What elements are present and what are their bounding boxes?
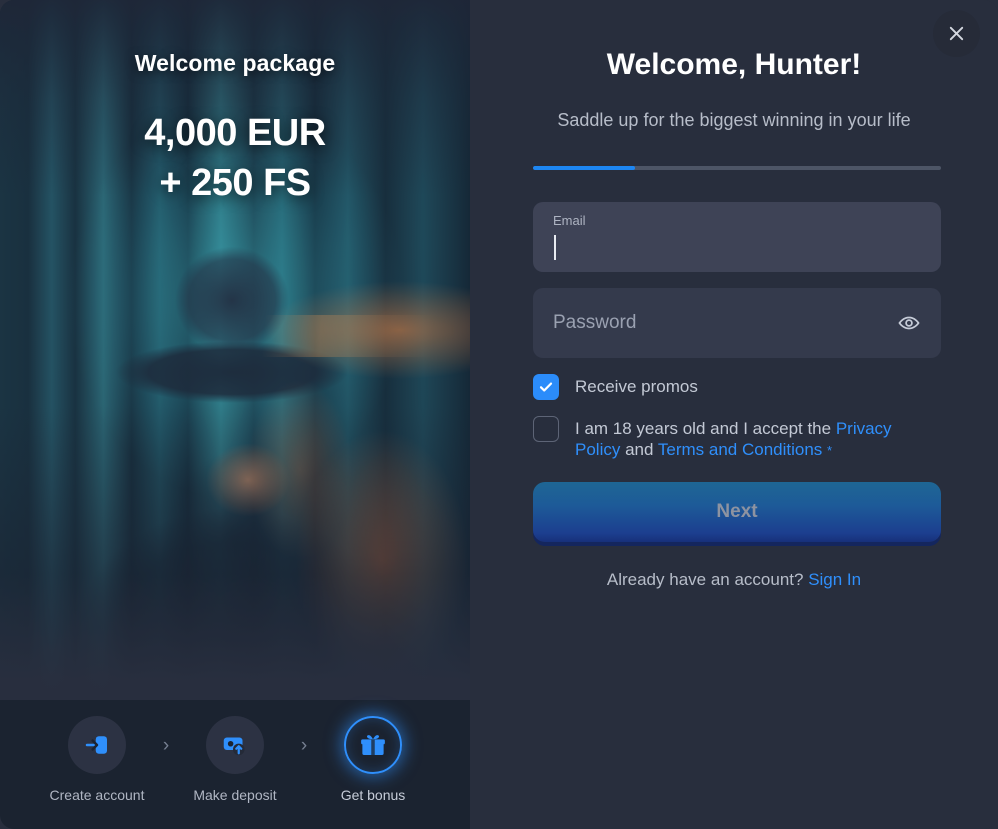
promo-panel: Welcome package 4,000 EUR + 250 FS Creat… — [0, 0, 470, 829]
close-icon — [949, 26, 964, 41]
step-get-bonus[interactable]: Get bonus — [313, 716, 433, 803]
receive-promos-label: Receive promos — [575, 377, 698, 396]
terms-conditions-link[interactable]: Terms and Conditions — [658, 440, 822, 459]
step-make-deposit-circle — [206, 716, 264, 774]
page-title: Welcome, Hunter! — [606, 48, 862, 81]
promo-title: Welcome package — [134, 50, 336, 76]
progress-bar-fill — [533, 166, 635, 170]
step-separator-2: › — [300, 735, 308, 756]
login-icon — [85, 736, 107, 754]
step-get-bonus-label: Get bonus — [340, 787, 406, 803]
next-button[interactable]: Next — [533, 482, 941, 542]
steps-indicator: Create account › Make deposit › Get bonu… — [0, 716, 470, 803]
promo-amount-line1: 4,000 EUR — [144, 112, 326, 154]
page-subtitle: Saddle up for the biggest winning in you… — [557, 110, 911, 130]
text-caret — [554, 235, 556, 260]
step-separator-1: › — [162, 735, 170, 756]
email-field-label: Email — [553, 213, 586, 228]
check-icon — [539, 382, 553, 392]
password-field[interactable]: Password — [533, 288, 941, 358]
receive-promos-row[interactable]: Receive promos — [533, 374, 941, 400]
sign-in-link[interactable]: Sign In — [808, 570, 861, 589]
signup-panel: Welcome, Hunter! Saddle up for the bigge… — [470, 0, 998, 829]
signin-row: Already have an account? Sign In — [470, 570, 998, 590]
progress-bar — [533, 166, 941, 170]
terms-row[interactable]: I am 18 years old and I accept the Priva… — [533, 416, 941, 461]
deposit-card-icon — [223, 737, 245, 756]
registration-modal: Welcome package 4,000 EUR + 250 FS Creat… — [0, 0, 998, 829]
terms-text-part1: I am 18 years old and I accept the — [575, 419, 836, 438]
step-create-account[interactable]: Create account — [37, 716, 157, 803]
next-button-label: Next — [716, 501, 758, 522]
step-create-account-label: Create account — [49, 787, 145, 803]
step-make-deposit-label: Make deposit — [193, 787, 277, 803]
promo-amount: 4,000 EUR + 250 FS — [0, 108, 470, 208]
account-prompt-text: Already have an account? — [606, 570, 809, 589]
step-create-account-circle — [68, 716, 126, 774]
required-mark: * — [827, 443, 833, 458]
terms-label: I am 18 years old and I accept the Priva… — [575, 416, 941, 461]
gift-icon — [361, 735, 385, 755]
password-field-placeholder: Password — [553, 312, 637, 333]
promo-amount-line2: + 250 FS — [159, 162, 311, 204]
eye-icon — [898, 316, 920, 330]
terms-text-part2: and — [620, 440, 658, 459]
terms-checkbox[interactable] — [533, 416, 559, 442]
password-visibility-toggle[interactable] — [895, 309, 923, 337]
step-get-bonus-circle — [344, 716, 402, 774]
step-make-deposit[interactable]: Make deposit — [175, 716, 295, 803]
receive-promos-checkbox[interactable] — [533, 374, 559, 400]
signup-form: Email Password Receive promos I am 18 ye… — [533, 202, 941, 461]
email-field[interactable]: Email — [533, 202, 941, 272]
hero-illustration — [0, 0, 470, 700]
